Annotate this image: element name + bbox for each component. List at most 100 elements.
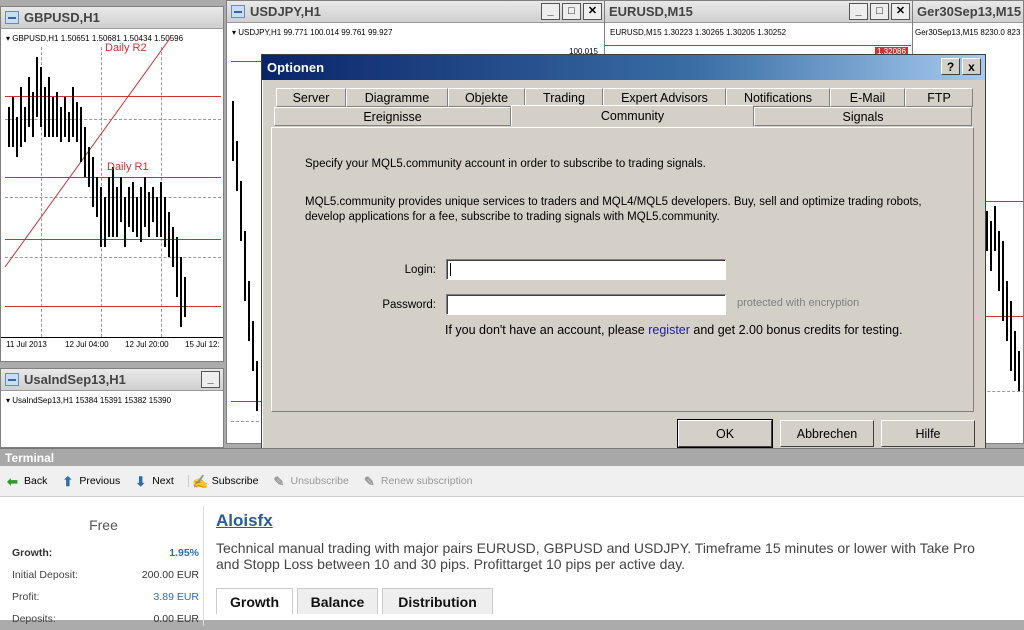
help-button[interactable]: Hilfe — [881, 420, 975, 447]
back-label: Back — [24, 475, 48, 487]
chart-window-title-text: USDJPY,H1 — [250, 4, 321, 19]
x-axis-label: 11 Jul 2013 — [6, 340, 47, 349]
signal-summary: Free Growth: 1.95% Initial Deposit: 200.00… — [4, 506, 204, 626]
x-axis-label: 15 Jul 12: — [185, 340, 220, 349]
stat-initial-deposit: Initial Deposit: 200.00 EUR — [4, 564, 203, 586]
register-link[interactable]: register — [648, 323, 690, 337]
chart-ohlc-text: EURUSD,M15 1.30223 1.30265 1.30205 1.302… — [610, 28, 787, 37]
next-button[interactable]: ⬇ Next — [134, 475, 174, 488]
tab-growth[interactable]: Growth — [216, 588, 293, 614]
chart-ohlc-text: UsaIndSep13,H1 15384 15391 15382 15390 — [12, 396, 172, 405]
chart-ohlc-header: ▾ USDJPY,H1 99.771 100.014 99.761 99.927 — [232, 28, 393, 37]
minimize-button[interactable]: _ — [849, 3, 868, 20]
account-note-before: If you don't have an account, please — [445, 323, 649, 337]
stat-value: 200.00 EUR — [141, 569, 199, 581]
unsubscribe-button[interactable]: ✎ Unsubscribe — [273, 473, 349, 489]
stat-label: Deposits: — [12, 613, 56, 625]
chart-window-title[interactable]: UsaIndSep13,H1 — [1, 369, 223, 391]
stat-label: Profit: — [12, 591, 40, 603]
terminal-toolbar: ⬅ Back ⬆ Previous ⬇ Next ✍ Subscribe ✎ Unsubs… — [0, 466, 1024, 497]
renew-subscription-button[interactable]: ✎ Renew subscription — [363, 473, 473, 489]
arrow-left-icon: ⬅ — [7, 473, 18, 489]
subscribe-label: Subscribe — [211, 475, 259, 487]
stat-value: 0.00 EUR — [153, 613, 199, 625]
chart-window-icon — [5, 11, 19, 24]
tab-email[interactable]: E-Mail — [830, 88, 905, 107]
gbpusd-price-chart — [4, 37, 186, 327]
subscribe-icon: ✍ — [192, 473, 209, 489]
chart-window-title[interactable]: Ger30Sep13,M15 — [913, 1, 1023, 23]
next-label: Next — [152, 475, 174, 487]
cancel-button[interactable]: Abbrechen — [780, 420, 874, 447]
terminal-title: Terminal — [0, 449, 1024, 466]
chart-ohlc-header: Ger30Sep13,M15 8230.0 823 — [915, 28, 1020, 37]
chart-window-title[interactable]: GBPUSD,H1 — [1, 7, 223, 29]
minimize-button[interactable]: _ — [541, 3, 560, 20]
password-label: Password: — [382, 299, 436, 311]
daily-r1-label: Daily R1 — [107, 161, 149, 173]
password-field[interactable] — [446, 294, 726, 315]
dialog-title: Optionen — [267, 60, 325, 75]
chart-window-usaind[interactable]: UsaIndSep13,H1 _ ▾ UsaIndSep13,H1 15384 … — [0, 368, 224, 448]
tab-ftp[interactable]: FTP — [905, 88, 973, 107]
password-hint: protected with encryption — [737, 297, 860, 309]
login-field[interactable] — [446, 259, 726, 280]
tab-ereignisse[interactable]: Ereignisse — [274, 107, 511, 126]
signal-name-link[interactable]: Aloisfx — [216, 511, 273, 531]
signal-description: Technical manual trading with major pair… — [216, 540, 975, 572]
tab-balance[interactable]: Balance — [297, 588, 378, 614]
renew-label: Renew subscription — [380, 475, 473, 487]
help-icon[interactable]: ? — [941, 58, 960, 75]
subscribe-button[interactable]: ✍ Subscribe — [187, 473, 259, 489]
chart-window-title-text: EURUSD,M15 — [609, 4, 693, 19]
stat-label: Growth: — [12, 547, 53, 559]
stat-growth: Growth: 1.95% — [4, 542, 203, 564]
intro-text: Specify your MQL5.community account in o… — [305, 158, 706, 170]
dialog-title-bar[interactable]: Optionen — [262, 55, 985, 80]
tab-diagramme[interactable]: Diagramme — [346, 88, 448, 107]
chart-window-title-text: Ger30Sep13,M15 — [917, 4, 1022, 19]
tab-server[interactable]: Server — [276, 88, 346, 107]
chart-window-title-text: UsaIndSep13,H1 — [24, 372, 126, 387]
text-caret — [450, 263, 451, 276]
close-icon[interactable]: x — [962, 58, 981, 75]
chart-ohlc-text: Ger30Sep13,M15 8230.0 823 — [915, 28, 1021, 37]
x-axis-label: 12 Jul 04:00 — [65, 340, 109, 349]
chart-window-icon — [231, 5, 245, 18]
close-button[interactable]: ✕ — [891, 3, 910, 20]
account-note-after: and get 2.00 bonus credits for testing. — [689, 323, 903, 337]
chart-window-icon — [5, 373, 19, 386]
plan-label: Free — [89, 517, 118, 533]
ger30-price-chart — [986, 206, 1020, 391]
chart-ohlc-header: ▾ UsaIndSep13,H1 15384 15391 15382 15390 — [6, 396, 172, 405]
renew-icon: ✎ — [363, 473, 375, 489]
login-label: Login: — [404, 264, 436, 276]
chart-ohlc-header: EURUSD,M15 1.30223 1.30265 1.30205 1.302… — [610, 28, 786, 37]
tab-signals[interactable]: Signals — [754, 107, 972, 126]
minimize-button[interactable]: _ — [201, 371, 220, 388]
back-button[interactable]: ⬅ Back — [6, 473, 48, 489]
community-panel: Specify your MQL5.community account in o… — [271, 127, 974, 412]
chart-ohlc-text: USDJPY,H1 99.771 100.014 99.761 99.927 — [238, 28, 393, 37]
terminal-panel: Terminal ⬅ Back ⬆ Previous ⬇ Next ✍ Subscrib… — [0, 448, 1024, 626]
close-button[interactable]: ✕ — [583, 3, 602, 20]
unsubscribe-label: Unsubscribe — [290, 475, 349, 487]
chart-window-gbpusd[interactable]: GBPUSD,H1 ▾ GBPUSD,H1 1.50651 1.50681 1.… — [0, 6, 224, 362]
tab-community[interactable]: Community — [511, 105, 754, 126]
arrow-up-icon: ⬆ — [62, 473, 74, 489]
previous-button[interactable]: ⬆ Previous — [61, 473, 120, 489]
chart-window-title-text: GBPUSD,H1 — [24, 10, 100, 25]
stat-deposits: Deposits: 0.00 EUR — [4, 608, 203, 630]
ok-button[interactable]: OK — [677, 419, 773, 448]
description-text: MQL5.community provides unique services … — [305, 196, 922, 223]
maximize-button[interactable]: □ — [870, 3, 889, 20]
options-dialog: Optionen ? x Server Diagramme Objekte Tr… — [261, 54, 986, 457]
stat-value: 1.95% — [169, 547, 199, 559]
maximize-button[interactable]: □ — [562, 3, 581, 20]
unsubscribe-icon: ✎ — [273, 473, 285, 489]
tab-distribution[interactable]: Distribution — [382, 588, 493, 614]
stat-profit: Profit: 3.89 EUR — [4, 586, 203, 608]
stat-value: 3.89 EUR — [153, 591, 199, 603]
daily-r2-label: Daily R2 — [105, 42, 147, 54]
stat-label: Initial Deposit: — [12, 569, 78, 581]
